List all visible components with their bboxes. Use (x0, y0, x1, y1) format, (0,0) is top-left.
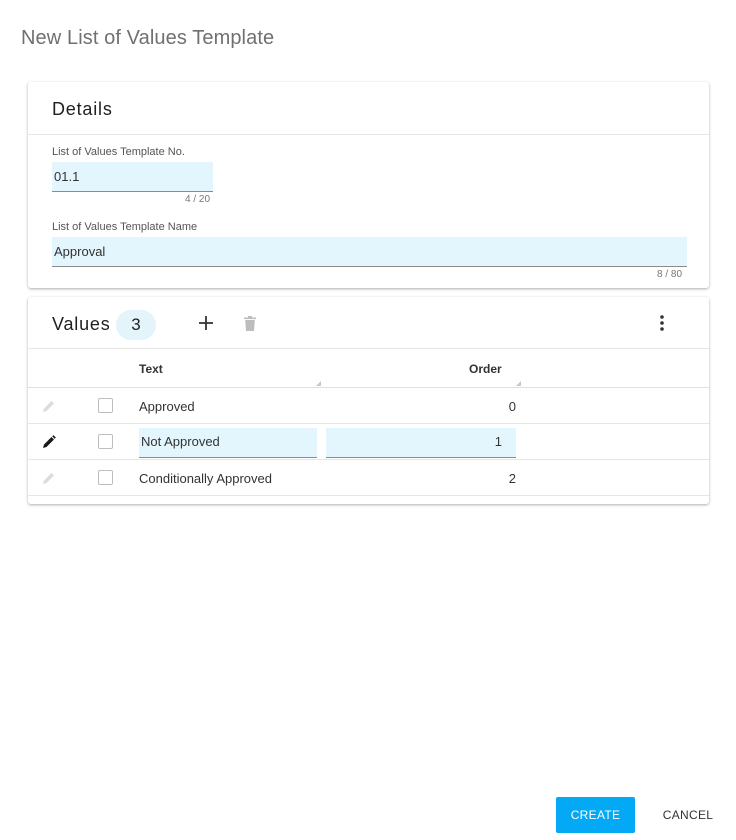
table-row[interactable]: Approved 0 (28, 388, 709, 424)
column-header-text[interactable]: Text (139, 362, 163, 376)
add-value-button[interactable] (194, 311, 218, 335)
details-title: Details (52, 99, 113, 119)
delete-value-button[interactable] (238, 311, 262, 335)
dialog-title: New List of Values Template (21, 27, 275, 49)
create-button[interactable]: CREATE (556, 797, 635, 833)
cell-text: Not Approved (141, 434, 220, 449)
cell-order-editor[interactable]: 1 (326, 428, 516, 458)
more-options-button[interactable] (650, 311, 674, 335)
template-no-field[interactable] (52, 162, 213, 192)
pencil-icon[interactable] (42, 399, 56, 413)
table-row[interactable]: Not Approved 1 (28, 424, 709, 460)
cell-text[interactable]: Approved (139, 399, 195, 414)
values-title: Values (52, 314, 111, 334)
row-checkbox[interactable] (98, 470, 113, 485)
pencil-icon[interactable] (42, 471, 56, 485)
table-row[interactable]: Conditionally Approved 2 (28, 460, 709, 496)
column-resize-handle[interactable] (516, 381, 521, 386)
details-header: Details (28, 82, 709, 135)
row-checkbox[interactable] (98, 398, 113, 413)
table-header: Text Order (28, 350, 709, 388)
column-header-order[interactable]: Order (469, 362, 502, 376)
values-card: Values 3 Text Order Approved 0 Not Appro… (28, 297, 709, 504)
cell-order: 1 (494, 434, 502, 449)
dialog: New List of Values Template Details List… (0, 0, 736, 840)
plus-icon (199, 316, 213, 330)
template-name-counter: 8 / 80 (657, 269, 683, 280)
template-no-input[interactable] (54, 162, 213, 191)
values-header: Values 3 (28, 297, 709, 349)
pencil-icon[interactable] (42, 435, 56, 449)
template-no-label: List of Values Template No. (52, 146, 185, 158)
trash-icon (244, 315, 256, 331)
cancel-button[interactable]: CANCEL (653, 797, 723, 833)
more-vert-icon (660, 315, 664, 331)
template-name-label: List of Values Template Name (52, 221, 198, 233)
values-count-badge: 3 (116, 310, 156, 340)
template-name-input[interactable] (54, 237, 687, 266)
cell-text-editor[interactable]: Not Approved (139, 428, 317, 458)
cell-order[interactable]: 2 (324, 471, 516, 486)
cell-text[interactable]: Conditionally Approved (139, 471, 272, 486)
template-name-field[interactable] (52, 237, 687, 267)
template-no-counter: 4 / 20 (185, 194, 211, 205)
cell-order[interactable]: 0 (324, 399, 516, 414)
row-checkbox[interactable] (98, 434, 113, 449)
details-card: Details List of Values Template No. 4 / … (28, 82, 709, 288)
column-resize-handle[interactable] (316, 381, 321, 386)
